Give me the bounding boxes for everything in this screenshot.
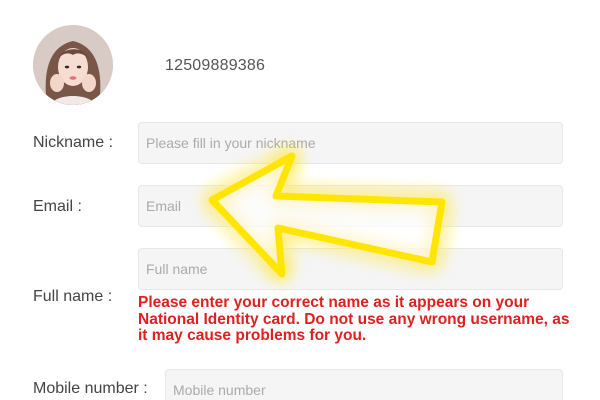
nickname-label: Nickname : (33, 134, 114, 151)
full-name-warning-note: Please enter your correct name as it app… (138, 294, 570, 344)
email-label: Email : (33, 198, 82, 215)
full-name-label: Full name : (33, 288, 113, 305)
user-portrait-icon (33, 25, 113, 105)
account-phone-number: 12509889386 (165, 57, 266, 74)
email-input[interactable] (138, 185, 563, 227)
mobile-number-input[interactable] (165, 369, 563, 400)
full-name-input[interactable] (138, 248, 563, 290)
nickname-input[interactable] (138, 122, 563, 164)
avatar[interactable] (33, 25, 113, 105)
profile-form-page: 12509889386 Nickname : Email : Full name… (0, 0, 600, 400)
mobile-number-label: Mobile number : (33, 380, 148, 397)
